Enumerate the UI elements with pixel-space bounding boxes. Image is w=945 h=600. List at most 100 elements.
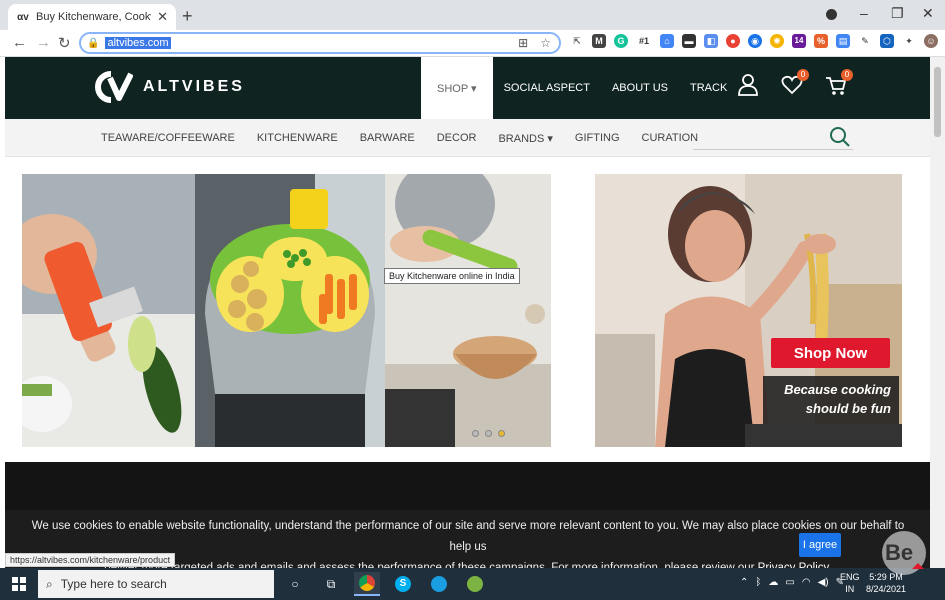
brand-name: ALTVIBES [143, 78, 245, 95]
chrome-taskbar-icon[interactable] [354, 572, 380, 596]
svg-text:Be: Be [885, 540, 913, 565]
nav-shop[interactable]: SHOP ▾ [421, 57, 493, 119]
category-gifting[interactable]: GIFTING [564, 132, 631, 144]
windows-start-icon[interactable] [12, 577, 26, 591]
hero-image-herb-stripper [385, 174, 551, 447]
taskbar-search-placeholder: Type here to search [60, 577, 167, 591]
reload-icon[interactable]: ↻ [58, 34, 71, 52]
grammarly-icon[interactable]: G [614, 34, 628, 48]
task-view-icon[interactable]: ⧉ [318, 572, 344, 596]
restore-icon[interactable]: ❐ [891, 5, 904, 22]
taskbar-search-input[interactable]: ⌕ Type here to search [38, 570, 274, 598]
location-extension-icon[interactable]: ⌂ [660, 34, 674, 48]
folder-extension-icon[interactable]: ▬ [682, 34, 696, 48]
image-tooltip: Buy Kitchenware online in India [384, 268, 520, 284]
cart-count-badge: 0 [841, 69, 853, 81]
skype-taskbar-icon[interactable]: S [390, 572, 416, 596]
hero-image-steamer [195, 174, 385, 447]
page-scrollbar[interactable] [930, 57, 945, 568]
nav-track[interactable]: TRACK [679, 57, 738, 119]
battery-icon[interactable]: ▭ [785, 577, 794, 588]
cortana-icon[interactable]: ○ [282, 572, 308, 596]
color-extension-icon[interactable]: ● [726, 34, 740, 48]
forward-icon[interactable]: → [36, 34, 51, 51]
category-decor[interactable]: DECOR [426, 132, 488, 144]
be-watermark-logo: Be [882, 531, 926, 575]
new-tab-button[interactable]: + [182, 6, 193, 27]
system-tray: ⌃ ᛒ ☁ ▭ ◠ ◀) ✎ [740, 577, 844, 588]
doc-extension-icon[interactable]: ▤ [836, 34, 850, 48]
site-favicon-icon: αv [17, 11, 29, 23]
status-bar-url: https://altvibes.com/kitchenware/product [5, 553, 176, 567]
category-curation[interactable]: CURATION [631, 132, 710, 144]
url-text[interactable]: altvibes.com [105, 37, 171, 49]
percent-extension-icon[interactable]: % [814, 34, 828, 48]
site-logo[interactable]: ALTVIBES [93, 70, 245, 104]
taskbar-apps: ○ ⧉ S [282, 572, 488, 596]
nav-social-aspect[interactable]: SOCIAL ASPECT [493, 57, 601, 119]
lang-region: IN [845, 584, 855, 594]
cast-icon[interactable]: ⇱ [570, 34, 584, 48]
hero-image-spiralizer [22, 174, 195, 447]
bluetooth-icon[interactable]: ᛒ [755, 577, 761, 588]
cookie-agree-button[interactable]: I agree [799, 533, 841, 557]
main-nav: SHOP ▾ SOCIAL ASPECT ABOUT US TRACK [421, 57, 738, 119]
app-taskbar-icon[interactable] [462, 572, 488, 596]
shop-now-button[interactable]: Shop Now [771, 338, 890, 368]
language-indicator[interactable]: ENG IN [840, 571, 860, 595]
close-window-icon[interactable]: ✕ [922, 5, 934, 22]
tagline-line-1: Because cooking [784, 382, 891, 397]
hex-extension-icon[interactable]: ⬡ [880, 34, 894, 48]
user-avatar[interactable]: ☺ [924, 34, 938, 48]
back-icon[interactable]: ← [12, 34, 27, 51]
clock-date: 8/24/2021 [866, 584, 907, 594]
category-nav: TEAWARE/COFFEEWARE KITCHENWARE BARWARE D… [5, 119, 930, 157]
puzzle-extensions-icon[interactable]: ✦ [902, 34, 916, 48]
volume-icon[interactable]: ◀) [818, 577, 829, 588]
carousel-dot-3[interactable] [498, 430, 505, 437]
taskbar-search-icon: ⌕ [46, 576, 53, 591]
lang-code: ENG [840, 572, 860, 582]
category-teaware[interactable]: TEAWARE/COFFEEWARE [90, 132, 246, 144]
screenshot-extension-icon[interactable]: ◧ [704, 34, 718, 48]
close-tab-icon[interactable]: ✕ [157, 9, 168, 25]
qr-code-icon[interactable]: ⊞ [518, 36, 528, 50]
cart-button[interactable]: 0 [825, 69, 853, 97]
minimize-icon[interactable]: – [860, 5, 868, 21]
scrollbar-thumb[interactable] [934, 67, 941, 137]
search-input[interactable] [693, 149, 853, 150]
pen-extension-icon[interactable]: ✎ [858, 34, 872, 48]
category-brands[interactable]: BRANDS ▾ [487, 132, 563, 145]
hashtag-extension-icon[interactable]: #1 [636, 34, 652, 48]
extensions-bar: ⇱ M G #1 ⌂ ▬ ◧ ● ◉ ✺ 14 % ▤ ✎ ⬡ ✦ ☺ ⋮ [570, 34, 945, 50]
promo-banner[interactable]: Shop Now Because cooking should be fun [595, 174, 902, 447]
profile-circle-icon[interactable] [826, 9, 837, 20]
tab-title: Buy Kitchenware, Cookware Ute [36, 11, 151, 23]
bookmark-star-icon[interactable]: ☆ [540, 36, 551, 50]
search-icon[interactable] [829, 126, 851, 148]
tagline-line-2: should be fun [805, 401, 891, 416]
lock-icon[interactable]: 🔒 [87, 38, 99, 49]
edge-taskbar-icon[interactable] [426, 572, 452, 596]
counter-extension-icon[interactable]: 14 [792, 34, 806, 48]
tray-chevron-icon[interactable]: ⌃ [740, 577, 748, 588]
address-bar[interactable]: 🔒 altvibes.com ⊞ ☆ [79, 32, 561, 54]
user-account-icon[interactable] [737, 73, 759, 97]
browser-tab[interactable]: αv Buy Kitchenware, Cookware Ute ✕ [8, 4, 176, 30]
wifi-icon[interactable]: ◠ [802, 577, 811, 588]
nav-about-us[interactable]: ABOUT US [601, 57, 679, 119]
site-header: ALTVIBES SHOP ▾ SOCIAL ASPECT ABOUT US T… [5, 57, 930, 119]
category-kitchenware[interactable]: KITCHENWARE [246, 132, 349, 144]
hero-carousel[interactable]: Buy Kitchenware online in India [22, 174, 551, 447]
header-icons: 0 0 [737, 69, 853, 97]
browser-tabstrip: αv Buy Kitchenware, Cookware Ute ✕ + – ❐… [0, 0, 945, 30]
wishlist-button[interactable]: 0 [781, 69, 809, 97]
sun-extension-icon[interactable]: ✺ [770, 34, 784, 48]
onedrive-icon[interactable]: ☁ [768, 577, 778, 588]
windows-taskbar: ⌕ Type here to search ○ ⧉ S ⌃ ᛒ ☁ ▭ ◠ ◀)… [0, 568, 945, 600]
carousel-dot-1[interactable] [472, 430, 479, 437]
category-barware[interactable]: BARWARE [349, 132, 426, 144]
carousel-dot-2[interactable] [485, 430, 492, 437]
globe-extension-icon[interactable]: ◉ [748, 34, 762, 48]
gmail-extension-icon[interactable]: M [592, 34, 606, 48]
